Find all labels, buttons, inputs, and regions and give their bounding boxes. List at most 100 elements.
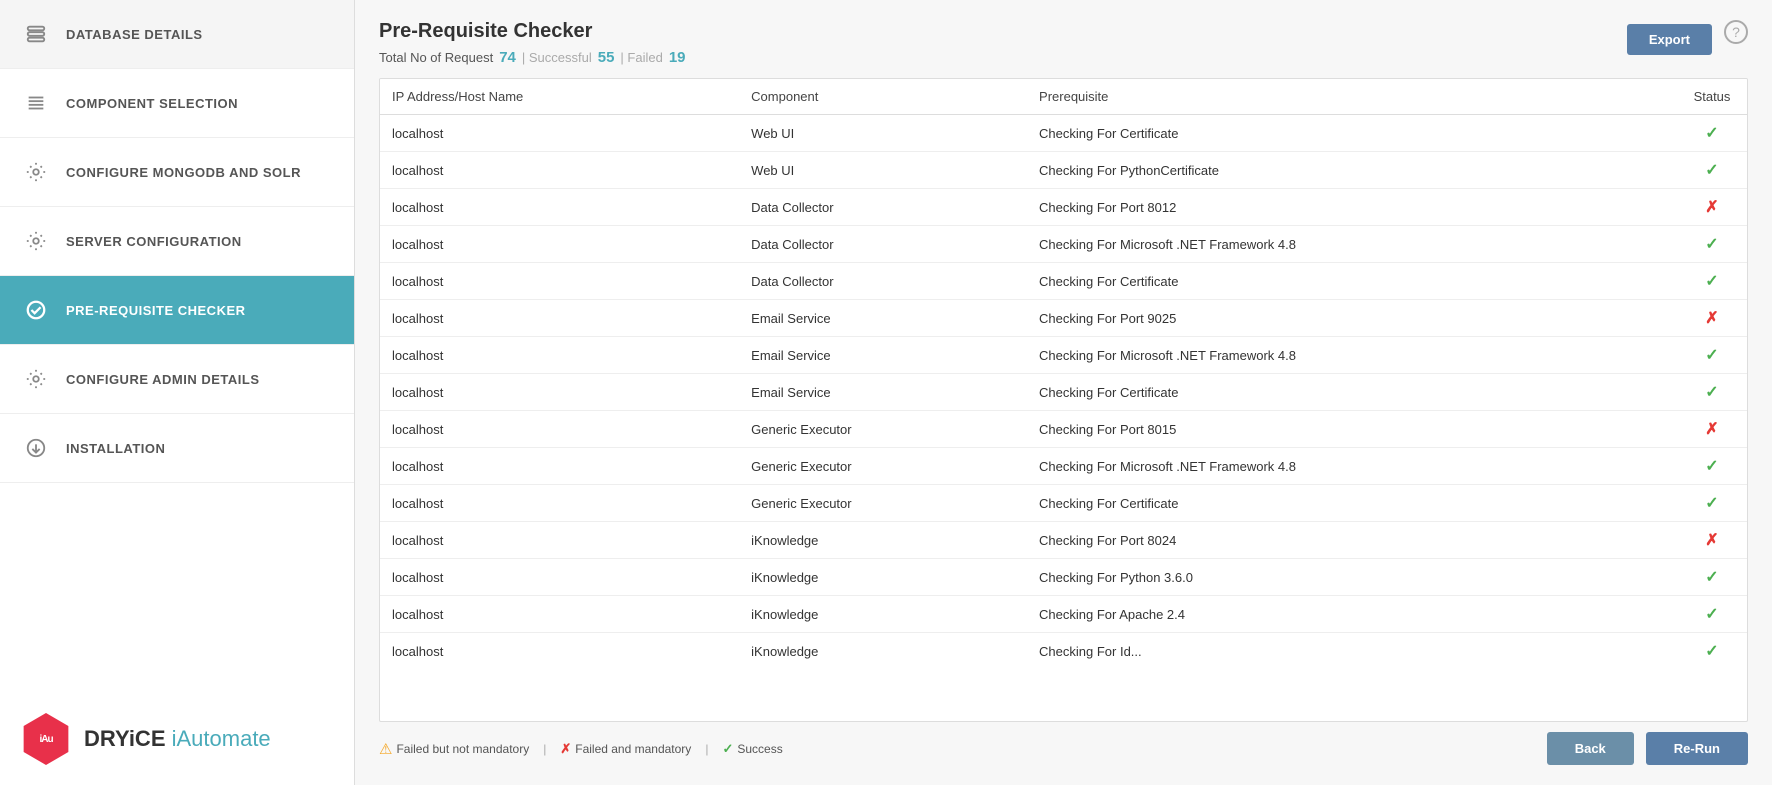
main-header-right: Export ? <box>1627 20 1748 55</box>
sidebar-item-pre-requisite-checker[interactable]: PRE-REQUISITE CHECKER <box>0 276 354 345</box>
cell-status: ✗ <box>1677 300 1747 337</box>
cell-prerequisite: Checking For Certificate <box>1027 374 1677 411</box>
cell-ip: localhost <box>380 596 739 633</box>
cell-ip: localhost <box>380 337 739 374</box>
stat-sep2: | Failed <box>620 50 662 65</box>
results-table: IP Address/Host Name Component Prerequis… <box>380 79 1747 669</box>
gear-server-icon <box>20 225 52 257</box>
table-row: localhostGeneric ExecutorChecking For Ce… <box>380 485 1747 522</box>
status-check-icon: ✓ <box>1705 458 1718 475</box>
x-icon: ✗ <box>560 741 571 757</box>
sidebar-logo: iAu DRYiCE iAutomate <box>0 693 354 785</box>
check-icon: ✓ <box>722 741 733 757</box>
table-row: localhostiKnowledgeChecking For Id...✓ <box>380 633 1747 670</box>
warning-icon: ⚠ <box>379 740 392 758</box>
status-x-icon: ✗ <box>1705 310 1718 327</box>
legend-check-item: ✓ Success <box>722 741 782 757</box>
cell-ip: localhost <box>380 485 739 522</box>
status-check-icon: ✓ <box>1705 569 1718 586</box>
list-icon <box>20 87 52 119</box>
status-x-icon: ✗ <box>1705 532 1718 549</box>
stat-total-label: Total No of Request <box>379 50 493 65</box>
cell-component: Generic Executor <box>739 448 1027 485</box>
cell-status: ✓ <box>1677 374 1747 411</box>
cell-component: Data Collector <box>739 263 1027 300</box>
legend-x-text: Failed and mandatory <box>575 742 691 756</box>
sidebar-item-installation[interactable]: INSTALLATION <box>0 414 354 483</box>
cell-prerequisite: Checking For Certificate <box>1027 485 1677 522</box>
cell-component: iKnowledge <box>739 596 1027 633</box>
sidebar-item-server-configuration[interactable]: SERVER CONFIGURATION <box>0 207 354 276</box>
cell-prerequisite: Checking For Certificate <box>1027 263 1677 300</box>
cell-prerequisite: Checking For Microsoft .NET Framework 4.… <box>1027 226 1677 263</box>
cell-component: Generic Executor <box>739 411 1027 448</box>
sidebar-item-label: INSTALLATION <box>66 441 165 456</box>
cell-ip: localhost <box>380 448 739 485</box>
status-check-icon: ✓ <box>1705 273 1718 290</box>
status-check-icon: ✓ <box>1705 384 1718 401</box>
main-header: Pre-Requisite Checker Total No of Reques… <box>379 20 1748 66</box>
cell-prerequisite: Checking For Certificate <box>1027 115 1677 152</box>
legend-check-text: Success <box>737 742 782 756</box>
cell-status: ✓ <box>1677 633 1747 670</box>
cell-status: ✗ <box>1677 411 1747 448</box>
table-row: localhostWeb UIChecking For PythonCertif… <box>380 152 1747 189</box>
sidebar-item-label: SERVER CONFIGURATION <box>66 234 242 249</box>
cell-ip: localhost <box>380 633 739 670</box>
back-button[interactable]: Back <box>1547 732 1634 765</box>
cell-component: Data Collector <box>739 189 1027 226</box>
cell-prerequisite: Checking For Apache 2.4 <box>1027 596 1677 633</box>
cell-status: ✓ <box>1677 559 1747 596</box>
cell-ip: localhost <box>380 226 739 263</box>
cell-prerequisite: Checking For Microsoft .NET Framework 4.… <box>1027 448 1677 485</box>
sidebar-item-label: DATABASE DETAILS <box>66 27 203 42</box>
cell-prerequisite: Checking For Port 8024 <box>1027 522 1677 559</box>
database-icon <box>20 18 52 50</box>
help-icon[interactable]: ? <box>1724 20 1748 44</box>
table-row: localhostiKnowledgeChecking For Apache 2… <box>380 596 1747 633</box>
cell-ip: localhost <box>380 152 739 189</box>
sidebar-item-label: COMPONENT SELECTION <box>66 96 238 111</box>
cell-ip: localhost <box>380 522 739 559</box>
cell-component: Email Service <box>739 374 1027 411</box>
cell-prerequisite: Checking For Port 8012 <box>1027 189 1677 226</box>
cell-ip: localhost <box>380 374 739 411</box>
sidebar-item-component-selection[interactable]: COMPONENT SELECTION <box>0 69 354 138</box>
sidebar-item-configure-admin[interactable]: CONFIGURE ADMIN DETAILS <box>0 345 354 414</box>
cell-status: ✓ <box>1677 596 1747 633</box>
table-row: localhostData CollectorChecking For Micr… <box>380 226 1747 263</box>
legend-warning-item: ⚠ Failed but not mandatory <box>379 740 529 758</box>
cell-status: ✓ <box>1677 263 1747 300</box>
cell-prerequisite: Checking For Microsoft .NET Framework 4.… <box>1027 337 1677 374</box>
cell-ip: localhost <box>380 189 739 226</box>
cell-prerequisite: Checking For Port 9025 <box>1027 300 1677 337</box>
sidebar-item-label: CONFIGURE MONGODB AND SOLR <box>66 165 301 180</box>
table-row: localhostWeb UIChecking For Certificate✓ <box>380 115 1747 152</box>
table-row: localhostEmail ServiceChecking For Micro… <box>380 337 1747 374</box>
main-header-left: Pre-Requisite Checker Total No of Reques… <box>379 20 686 66</box>
table-row: localhostiKnowledgeChecking For Python 3… <box>380 559 1747 596</box>
status-check-icon: ✓ <box>1705 236 1718 253</box>
export-button[interactable]: Export <box>1627 24 1712 55</box>
cell-component: Email Service <box>739 300 1027 337</box>
col-prerequisite: Prerequisite <box>1027 79 1677 115</box>
rerun-button[interactable]: Re-Run <box>1646 732 1748 765</box>
stat-total-value: 74 <box>499 49 516 66</box>
table-row: localhostEmail ServiceChecking For Certi… <box>380 374 1747 411</box>
table-row: localhostGeneric ExecutorChecking For Mi… <box>380 448 1747 485</box>
col-status: Status <box>1677 79 1747 115</box>
cell-component: iKnowledge <box>739 633 1027 670</box>
status-check-icon: ✓ <box>1705 347 1718 364</box>
table-row: localhostGeneric ExecutorChecking For Po… <box>380 411 1747 448</box>
cell-ip: localhost <box>380 115 739 152</box>
cell-status: ✓ <box>1677 115 1747 152</box>
sidebar-item-database-details[interactable]: DATABASE DETAILS <box>0 0 354 69</box>
sidebar-item-configure-mongodb[interactable]: CONFIGURE MONGODB AND SOLR <box>0 138 354 207</box>
table-row: localhostiKnowledgeChecking For Port 802… <box>380 522 1747 559</box>
col-ip: IP Address/Host Name <box>380 79 739 115</box>
cell-prerequisite: Checking For Port 8015 <box>1027 411 1677 448</box>
stat-successful-value: 55 <box>598 49 615 66</box>
cell-component: iKnowledge <box>739 559 1027 596</box>
cell-ip: localhost <box>380 559 739 596</box>
cell-component: Data Collector <box>739 226 1027 263</box>
